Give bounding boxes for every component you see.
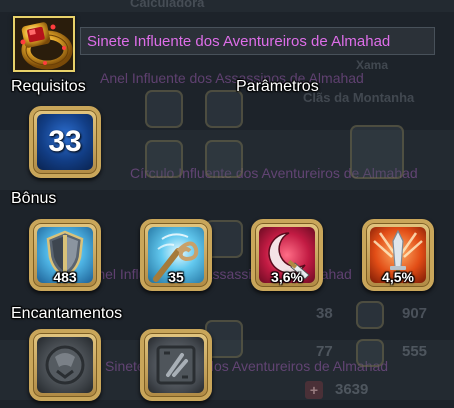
bg-item-icon — [205, 140, 243, 178]
bg-clan-label: Xama — [356, 58, 389, 72]
enchantments-title: Encantamentos — [11, 305, 123, 322]
item-name-bar: Sinete Influente dos Aventureiros de Alm… — [80, 27, 435, 55]
bg-row-name: Anel Influente dos Assassinos de Almahad — [100, 70, 364, 86]
level-badge-icon: 33 — [37, 114, 93, 170]
bg-stat: 555 — [402, 343, 428, 360]
bg-stat-icon — [356, 339, 384, 367]
bg-stat: 907 — [402, 305, 428, 322]
bonus-slot-critical[interactable]: 3,6% — [251, 219, 323, 291]
ring-icon[interactable] — [13, 16, 75, 72]
bg-item-icon — [145, 140, 183, 178]
required-level: 33 — [48, 125, 82, 158]
parameters-title: Parâmetros — [236, 78, 319, 95]
bg-band — [0, 0, 454, 12]
enchantment-slot-2[interactable] — [140, 329, 212, 401]
bonus-value: 483 — [53, 269, 77, 285]
bonus-title: Bônus — [11, 190, 57, 207]
bg-stat: 3639 — [335, 381, 369, 398]
bonus-value: 35 — [168, 269, 184, 285]
bg-clan-name: Clãs da Montanha — [303, 90, 415, 105]
bg-avatar-icon — [350, 125, 404, 179]
bonus-value: 3,6% — [271, 269, 303, 285]
bg-stat: 77 — [316, 343, 333, 360]
bonus-slot-whirlwind[interactable]: 35 — [140, 219, 212, 291]
engraved-rune-icon — [148, 337, 204, 393]
item-name: Sinete Influente dos Aventureiros de Alm… — [87, 33, 391, 50]
stone-rune-icon — [37, 337, 93, 393]
requirements-title: Requisitos — [11, 78, 86, 95]
requirement-level-slot[interactable]: 33 — [29, 106, 101, 178]
bg-stat: 38 — [316, 305, 333, 322]
bonus-slot-defense[interactable]: 483 — [29, 219, 101, 291]
bg-header: Calculadora — [130, 0, 205, 10]
bg-stat-icon — [356, 301, 384, 329]
bonus-slot-attack[interactable]: 4,5% — [362, 219, 434, 291]
bg-plus-icon: + — [305, 381, 323, 399]
enchantment-slot-1[interactable] — [29, 329, 101, 401]
bg-item-icon — [145, 90, 183, 128]
bonus-value: 4,5% — [382, 269, 414, 285]
